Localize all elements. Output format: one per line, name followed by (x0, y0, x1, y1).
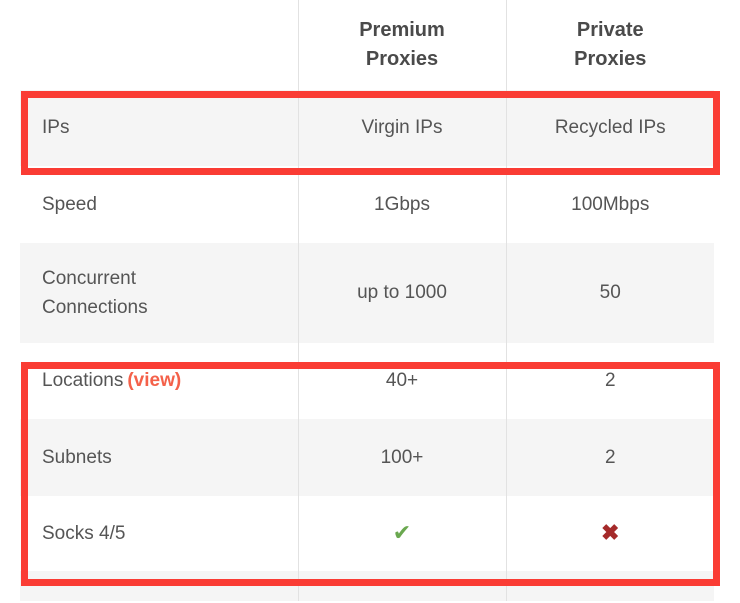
proxy-comparison-table: Premium Proxies Private Proxies IPs Virg… (0, 0, 740, 603)
value-private-partial (506, 571, 714, 601)
feature-label-concurrent-line2: Connections (42, 297, 148, 318)
value-private-subnets: 2 (506, 419, 714, 496)
value-private-speed: 100Mbps (506, 166, 714, 243)
value-premium-socks: ✔ (298, 496, 507, 571)
column-header-private-line1: Private (576, 19, 644, 41)
value-private-concurrent-connections: 50 (506, 243, 714, 343)
value-private-socks: ✖ (506, 496, 714, 571)
check-icon: ✔ (392, 519, 412, 545)
feature-label-socks: Socks 4/5 (20, 496, 299, 571)
locations-view-link[interactable]: (view) (127, 370, 181, 391)
column-header-private-line2: Proxies (574, 48, 647, 70)
column-header-feature (20, 0, 299, 90)
feature-label-speed: Speed (20, 166, 299, 243)
feature-label-locations: Locations (view) (20, 343, 299, 419)
value-premium-speed: 1Gbps (298, 166, 507, 243)
cross-icon: ✖ (601, 519, 620, 545)
table-row: IPs Virgin IPs Recycled IPs (20, 90, 714, 166)
table-row: Concurrent Connections up to 1000 50 (20, 243, 714, 343)
feature-label-locations-text: Locations (42, 370, 124, 392)
value-private-locations: 2 (506, 343, 714, 419)
table-row-partial (20, 571, 714, 601)
column-header-private-proxies: Private Proxies (506, 0, 714, 90)
table-header: Premium Proxies Private Proxies (20, 0, 714, 90)
value-premium-ips: Virgin IPs (298, 90, 507, 166)
table-body: IPs Virgin IPs Recycled IPs Speed 1Gbps … (20, 90, 714, 601)
comparison-table-grid: Premium Proxies Private Proxies IPs Virg… (20, 0, 714, 601)
feature-label-partial (20, 571, 299, 601)
table-row: Subnets 100+ 2 (20, 419, 714, 496)
value-premium-locations: 40+ (298, 343, 507, 419)
column-header-premium-proxies: Premium Proxies (298, 0, 507, 90)
column-header-premium-line1: Premium (359, 19, 445, 41)
table-row: Locations (view) 40+ 2 (20, 343, 714, 419)
table-row: Socks 4/5 ✔ ✖ (20, 496, 714, 571)
value-premium-partial (298, 571, 507, 601)
feature-label-concurrent-connections: Concurrent Connections (20, 243, 299, 343)
feature-label-concurrent-line1: Concurrent (42, 267, 136, 289)
value-premium-subnets: 100+ (298, 419, 507, 496)
table-header-row: Premium Proxies Private Proxies (20, 0, 714, 90)
column-header-premium-line2: Proxies (365, 48, 439, 70)
feature-label-subnets: Subnets (20, 419, 299, 496)
value-premium-concurrent-connections: up to 1000 (298, 243, 507, 343)
value-private-ips: Recycled IPs (506, 90, 714, 166)
feature-label-ips: IPs (20, 90, 299, 166)
table-row: Speed 1Gbps 100Mbps (20, 166, 714, 243)
